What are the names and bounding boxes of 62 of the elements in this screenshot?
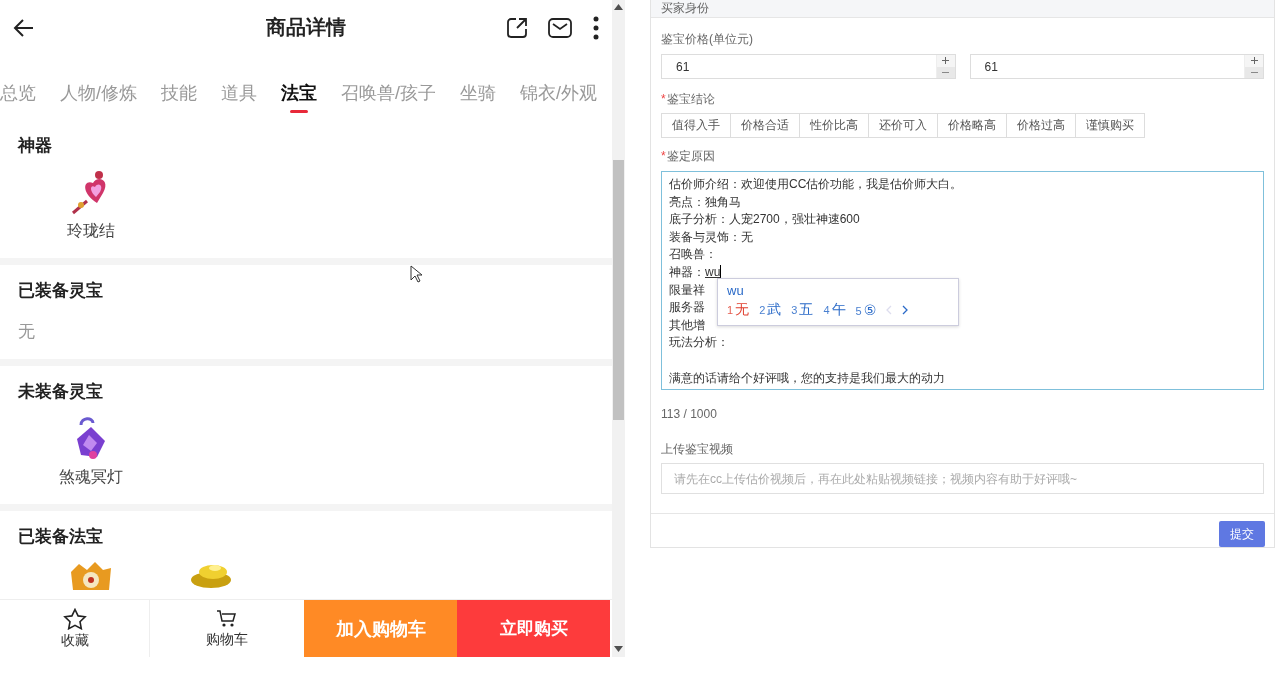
ime-candidate[interactable]: 5 ⑤ [855, 302, 877, 318]
text-line: 估价师介绍：欢迎使用CC估价功能，我是估价师大白。 [669, 177, 963, 191]
conclusion-option[interactable]: 值得入手 [661, 113, 731, 138]
conclusion-option[interactable]: 还价可入 [868, 113, 938, 138]
ime-candidate[interactable]: 3五 [791, 301, 814, 319]
item-name: 煞魂冥灯 [59, 467, 123, 487]
mail-icon[interactable] [548, 17, 572, 38]
tab[interactable]: 法宝 [281, 81, 317, 113]
text-line: 限量祥 [669, 282, 705, 297]
text-line: 亮点：独角马 [669, 194, 741, 209]
share-icon[interactable] [506, 16, 528, 39]
increment-icon[interactable] [1245, 55, 1263, 67]
text-line: 服务器 [669, 300, 705, 315]
text-line: 底子分析：人宠2700，强壮神速600 [669, 212, 860, 227]
text-line: 其他增 [669, 317, 705, 332]
number-field[interactable]: 61 [661, 54, 956, 79]
buy-now-button[interactable]: 立即购买 [457, 600, 610, 657]
ime-candidate[interactable]: 1无 [727, 301, 750, 319]
section-title: 未装备灵宝 [18, 381, 104, 403]
item-name: 玲珑结 [67, 221, 115, 241]
tab[interactable]: 总览 [0, 81, 36, 113]
field-label: 上传鉴宝视频 [661, 441, 734, 458]
char-counter: 113 / 1000 [661, 407, 718, 421]
increment-icon[interactable] [936, 55, 955, 67]
scrollbar[interactable] [612, 0, 625, 657]
ime-composition: wu [727, 283, 744, 298]
text-line: 玩法分析： [669, 335, 729, 350]
tab[interactable]: 道具 [221, 81, 257, 113]
tab[interactable]: 召唤兽/孩子 [341, 81, 437, 113]
empty-text: 无 [18, 321, 36, 343]
field-label: *鉴宝结论 [661, 91, 716, 108]
tab[interactable]: 锦衣/外观 [520, 81, 598, 113]
conclusion-option[interactable]: 价格过高 [1006, 113, 1076, 138]
conclusion-option[interactable]: 价格合适 [730, 113, 800, 138]
section-title: 神器 [18, 135, 53, 157]
more-icon[interactable] [592, 15, 600, 40]
field-label: *鉴定原因 [661, 148, 716, 165]
submit-button[interactable]: 提交 [1219, 521, 1265, 547]
conclusion-option[interactable]: 性价比高 [799, 113, 869, 138]
text-line: 装备与灵饰：无 [669, 229, 753, 244]
conclusion-option[interactable]: 价格略高 [937, 113, 1007, 138]
star-icon [62, 607, 87, 630]
tab[interactable]: 坐骑 [460, 81, 497, 113]
ime-candidate[interactable]: 4午 [823, 301, 846, 319]
panel-title: 买家身份 [661, 0, 709, 17]
field-label: 鉴宝价格(单位元) [661, 31, 754, 48]
scroll-up-icon[interactable] [614, 4, 623, 10]
next-page-icon[interactable] [902, 305, 909, 315]
text-line: 满意的话请给个好评哦，您的支持是我们最大的动力 [669, 370, 945, 385]
video-link-field[interactable]: 请先在cc上传估价视频后，再在此处粘贴视频链接；视频内容有助于好评哦~ [661, 463, 1264, 494]
section-title: 已装备灵宝 [18, 280, 104, 302]
conclusion-option[interactable]: 谨慎购买 [1075, 113, 1145, 138]
section-title: 已装备法宝 [18, 526, 104, 548]
number-field[interactable]: 61 [969, 54, 1264, 79]
cart-icon [216, 608, 238, 629]
scroll-thumb[interactable] [613, 160, 624, 420]
tab[interactable]: 技能 [161, 81, 197, 113]
tab[interactable]: 人物/修炼 [60, 81, 137, 113]
page-title: 商品详情 [266, 16, 346, 38]
text-line: 召唤兽： [669, 247, 717, 262]
scroll-down-icon[interactable] [614, 646, 623, 652]
ime-candidate[interactable]: 2武 [759, 301, 782, 319]
